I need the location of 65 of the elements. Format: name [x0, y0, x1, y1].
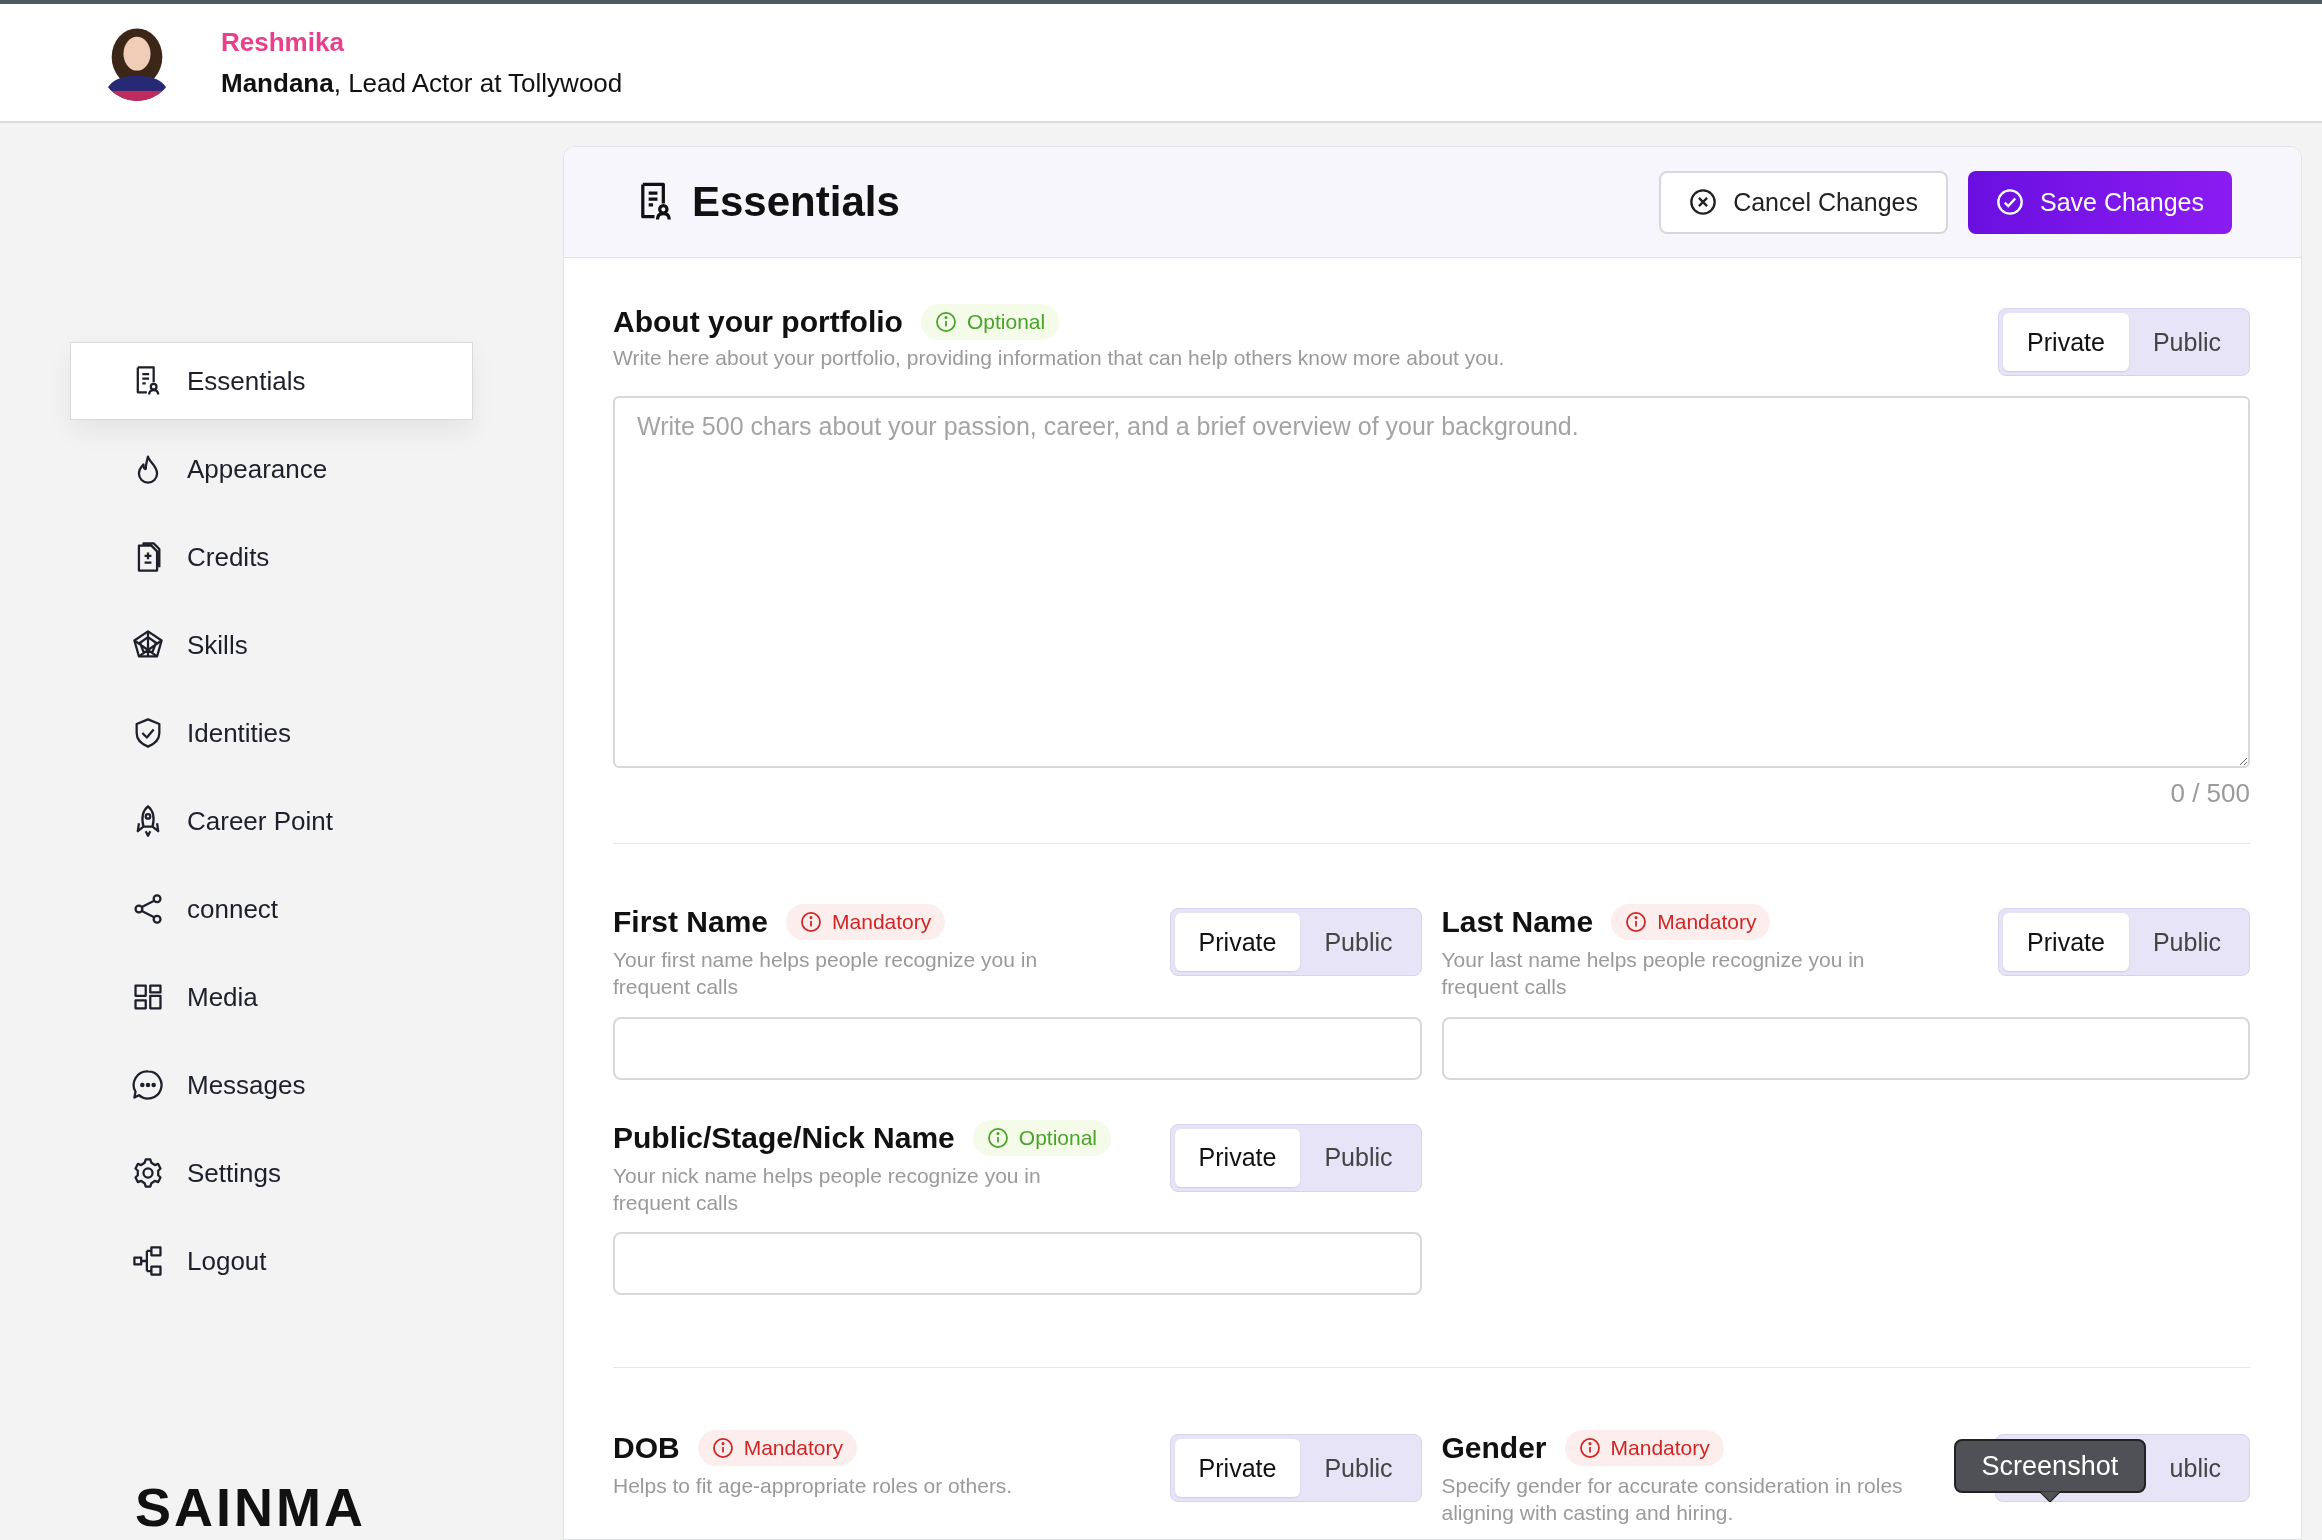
input-field[interactable] [613, 1016, 1422, 1080]
field-label: Gender [1441, 1431, 1547, 1466]
privacy-option[interactable]: Private [2003, 913, 2129, 971]
character-counter: 0 / 500 [2170, 778, 2250, 809]
privacy-option[interactable]: Private [2003, 313, 2129, 371]
privacy-option[interactable]: Private [1174, 913, 1301, 971]
privacy-option[interactable]: Private [1174, 1128, 1301, 1187]
sidebar-item[interactable]: Appearance [70, 430, 473, 508]
privacy-option[interactable]: Public [1300, 913, 1417, 971]
mandatory-tag: Mandatory [1564, 1430, 1724, 1467]
sidebar-item[interactable]: Skills [70, 606, 473, 684]
tooltip-pointer-icon [2038, 1491, 2061, 1503]
field-description: Specify gender for accurate consideration in roles aligning with casting and hiring. [1441, 1473, 1904, 1527]
info-icon [1625, 911, 1648, 933]
info-icon [986, 1126, 1009, 1149]
sidebar-item[interactable]: Media [70, 958, 473, 1036]
info-icon [1578, 1437, 1601, 1460]
optional-tag: Optional [920, 304, 1060, 340]
privacy-option[interactable]: ublic [2145, 1439, 2245, 1498]
info-icon [800, 911, 823, 933]
share-icon [131, 892, 165, 926]
chat-bubble-icon [131, 1068, 165, 1102]
info-icon [711, 1437, 734, 1460]
privacy-option[interactable]: Public [1300, 1128, 1417, 1187]
privacy-option[interactable]: Private [1174, 1439, 1301, 1498]
optional-tag: Optional [972, 1119, 1111, 1156]
field-label: First Name [613, 905, 769, 939]
field-label: DOB [613, 1431, 680, 1466]
sidebar-item[interactable]: Essentials [70, 342, 473, 420]
profile-role: Mandana, Lead Actor at Tollywood [221, 67, 623, 99]
settings-icon [131, 1156, 165, 1190]
section-title: About your portfolio [613, 305, 903, 339]
mandatory-tag: Mandatory [1611, 904, 1771, 940]
check-icon [1996, 188, 2024, 216]
portfolio-textarea[interactable]: Write 500 chars about your passion, career, and a brief overview of your background. [613, 396, 2250, 768]
privacy-option[interactable]: Public [2128, 913, 2245, 971]
field-description: Your first name helps people recognize you in frequent calls [613, 947, 1039, 1001]
input-field[interactable] [613, 1232, 1422, 1296]
sidebar-item[interactable]: Messages [70, 1046, 473, 1124]
field-description: Your last name helps people recognize you in frequent calls [1441, 947, 1866, 1001]
cancel-button[interactable]: Cancel Changes [1659, 170, 1948, 234]
logo: SAINMA [135, 1480, 367, 1534]
logout-icon [131, 1244, 165, 1278]
mandatory-tag: Mandatory [786, 904, 946, 940]
section-description: Write here about your portfolio, providing information that can help others know more about you. [613, 346, 1505, 370]
privacy-option[interactable]: Public [1300, 1439, 1417, 1498]
sidebar-item[interactable]: Logout [70, 1222, 473, 1300]
field-description: Helps to fit age-appropriate roles or others. [613, 1473, 1013, 1500]
profile-name: Reshmika [221, 26, 345, 58]
sidebar-item[interactable]: Settings [70, 1134, 473, 1212]
save-button[interactable]: Save Changes [1968, 170, 2232, 234]
field-label: Public/Stage/Nick Name [613, 1120, 955, 1155]
sidebar-item[interactable]: Credits [70, 518, 473, 596]
sidebar-item[interactable]: Career Point [70, 782, 473, 860]
page-title: Essentials [692, 178, 900, 226]
field-description: Your nick name helps people recognize you in frequent calls [613, 1162, 1042, 1216]
privacy-option[interactable]: Public [2128, 313, 2245, 371]
mandatory-tag: Mandatory [697, 1430, 857, 1467]
field-label: Last Name [1441, 905, 1594, 939]
close-icon [1689, 188, 1718, 216]
input-field[interactable] [1441, 1016, 2250, 1080]
info-icon [934, 311, 957, 333]
tooltip: Screenshot [1953, 1439, 2147, 1503]
sidebar-item[interactable]: Identities [70, 694, 473, 772]
sidebar-item[interactable]: connect [70, 870, 473, 948]
